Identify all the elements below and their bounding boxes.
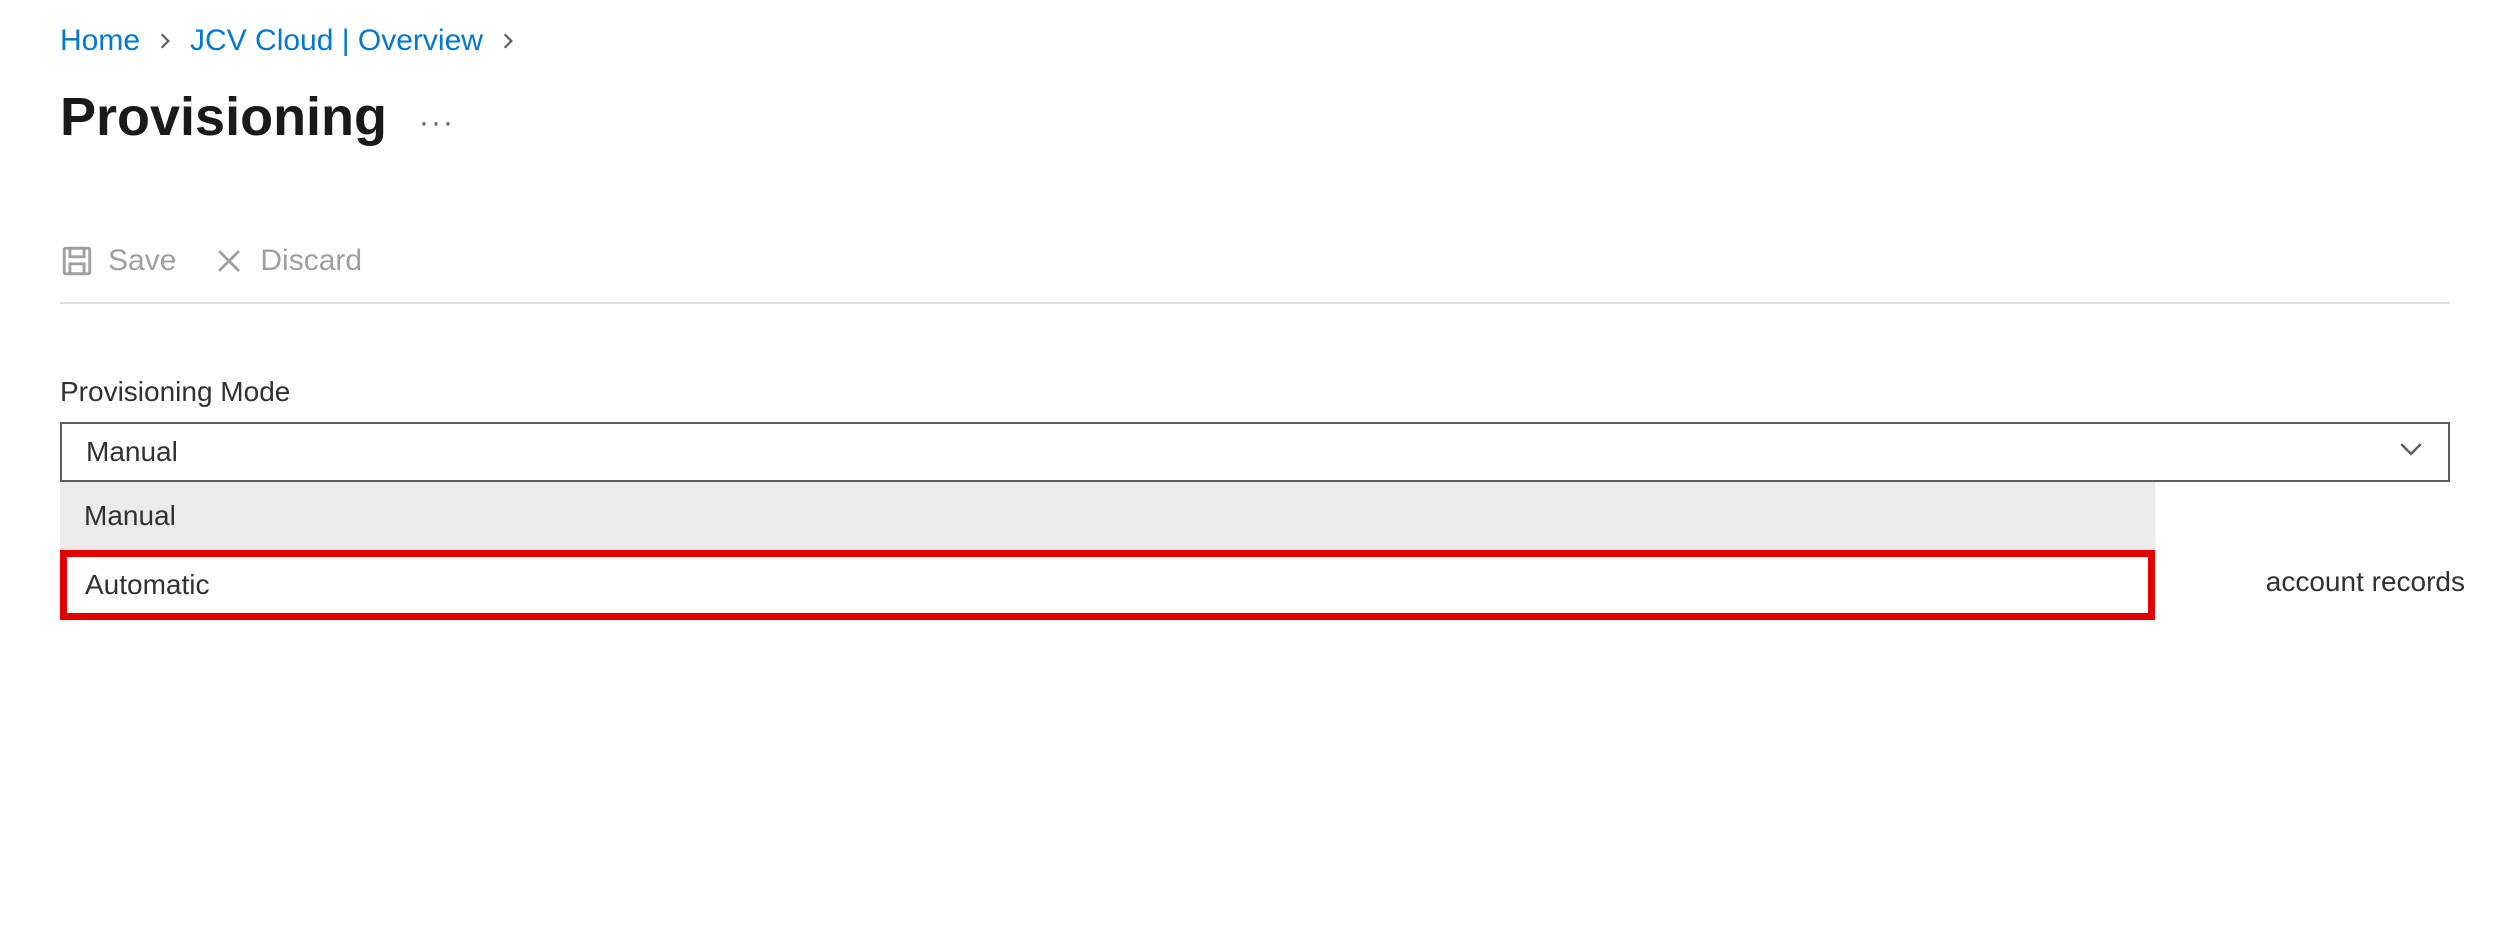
discard-button[interactable]: Discard [212, 244, 362, 278]
breadcrumb: Home JCV Cloud | Overview [60, 24, 2450, 58]
save-button[interactable]: Save [60, 244, 176, 278]
page-title: Provisioning [60, 86, 387, 148]
more-actions-button[interactable]: ··· [419, 106, 455, 140]
discard-button-label: Discard [260, 244, 362, 278]
description-text-fragment: account records [2266, 566, 2465, 598]
chevron-right-icon [156, 25, 174, 57]
chevron-down-icon [2398, 436, 2424, 469]
command-bar: Save Discard [60, 244, 2450, 304]
chevron-right-icon [499, 25, 517, 57]
save-button-label: Save [108, 244, 176, 278]
dropdown-list: Manual Automatic account records [60, 482, 2155, 620]
provisioning-mode-dropdown[interactable]: Manual Manual Automatic account records [60, 422, 2450, 482]
save-icon [60, 244, 94, 278]
dropdown-selected-value: Manual [86, 436, 178, 468]
breadcrumb-home[interactable]: Home [60, 24, 140, 58]
breadcrumb-jcv-cloud-overview[interactable]: JCV Cloud | Overview [190, 24, 483, 58]
dropdown-option-manual[interactable]: Manual [60, 482, 2155, 550]
provisioning-mode-label: Provisioning Mode [60, 376, 2450, 408]
dropdown-option-automatic[interactable]: Automatic [60, 550, 2155, 620]
dropdown-selected[interactable]: Manual [60, 422, 2450, 482]
page-header: Provisioning ··· [60, 86, 2450, 148]
close-icon [212, 244, 246, 278]
